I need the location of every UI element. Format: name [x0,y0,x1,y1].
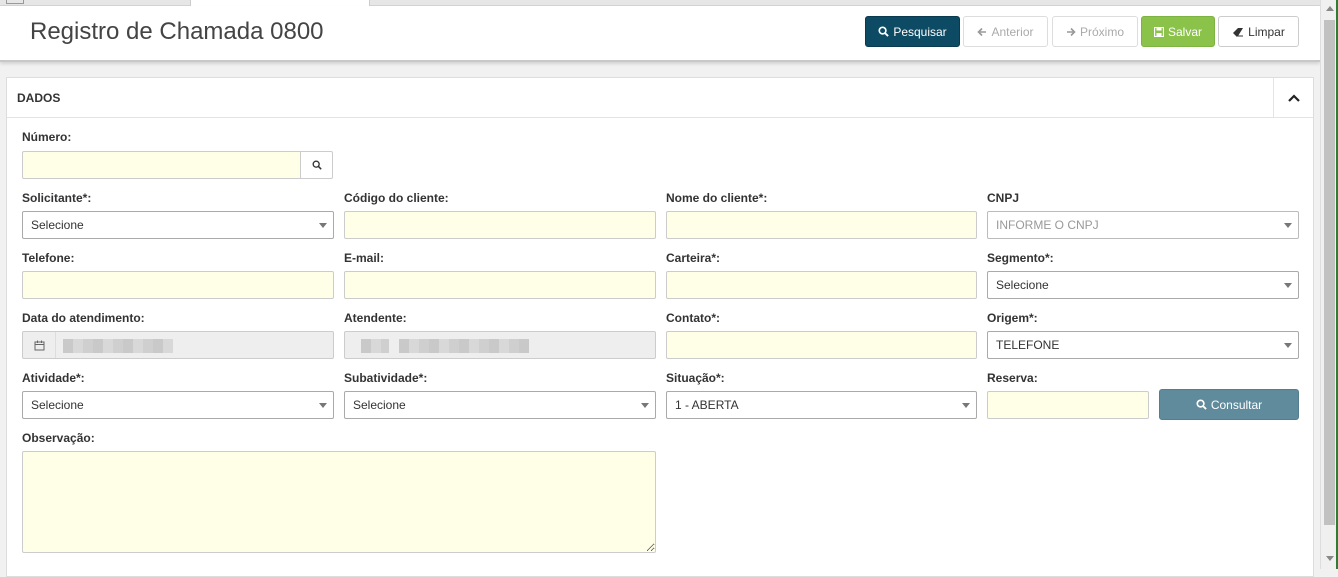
data-atendimento-input [22,331,334,359]
situacao-value: 1 - ABERTA [675,398,739,412]
telefone-input[interactable] [22,271,334,299]
redacted-name-part [399,339,529,353]
redacted-name-part [361,339,389,353]
reserva-input[interactable] [987,391,1149,419]
chevron-up-icon [1287,94,1300,102]
solicitante-select[interactable]: Selecione [22,211,334,239]
numero-search-button[interactable] [300,151,333,179]
atendente-input [344,331,656,359]
calendar-icon [34,340,44,350]
consultar-button[interactable]: Consultar [1159,389,1299,420]
panel-title: DADOS [17,91,61,105]
cnpj-placeholder: INFORME O CNPJ [996,218,1099,232]
origem-select[interactable]: TELEFONE [987,331,1299,359]
observacao-textarea[interactable] [22,451,656,553]
scroll-down-icon[interactable] [1326,556,1334,561]
page-header: Registro de Chamada 0800 Pesquisar Anter… [0,6,1320,62]
scroll-up-icon[interactable] [1326,6,1334,11]
carteira-input[interactable] [666,271,977,299]
atividade-value: Selecione [31,398,84,412]
atendente-label: Atendente: [344,311,407,325]
calendar-icon-box [23,332,56,358]
reserva-label: Reserva: [987,371,1038,385]
segmento-label: Segmento*: [987,251,1054,265]
arrow-left-icon [977,27,987,36]
caret-down-icon [962,403,970,408]
solicitante-value: Selecione [31,218,84,232]
previous-button-label: Anterior [991,24,1034,39]
search-icon [1196,399,1207,410]
subatividade-value: Selecione [353,398,406,412]
nome-cliente-label: Nome do cliente*: [666,191,768,205]
observacao-label: Observação: [22,431,95,445]
clear-button[interactable]: Limpar [1218,16,1299,47]
cnpj-select[interactable]: INFORME O CNPJ [987,211,1299,239]
floppy-disk-icon [1153,26,1164,37]
next-button[interactable]: Próximo [1052,16,1138,47]
codigo-cliente-label: Código do cliente: [344,191,449,205]
save-button-label: Salvar [1167,24,1202,39]
contato-input[interactable] [666,331,977,359]
data-atendimento-label: Data do atendimento: [22,311,145,325]
subatividade-select[interactable]: Selecione [344,391,656,419]
caret-down-icon [1284,223,1292,228]
cnpj-label: CNPJ [987,191,1020,205]
nome-cliente-input[interactable] [666,211,977,239]
email-input[interactable] [344,271,656,299]
atividade-label: Atividade*: [22,371,85,385]
subatividade-label: Subatividade*: [344,371,428,385]
search-icon [878,26,890,37]
caret-down-icon [319,403,327,408]
segmento-select[interactable]: Selecione [987,271,1299,299]
atividade-select[interactable]: Selecione [22,391,334,419]
telefone-label: Telefone: [22,251,75,265]
origem-label: Origem*: [987,311,1038,325]
panel-header: DADOS [7,78,1313,118]
save-button[interactable]: Salvar [1141,16,1215,47]
collapse-button[interactable] [1273,78,1313,118]
page-title: Registro de Chamada 0800 [30,18,324,45]
solicitante-label: Solicitante*: [22,191,92,205]
caret-down-icon [319,223,327,228]
next-button-label: Próximo [1079,24,1124,39]
tab-icon [6,0,24,4]
numero-label: Número: [22,130,72,144]
clear-button-label: Limpar [1248,24,1285,39]
eraser-icon [1233,27,1244,36]
search-button-label: Pesquisar [893,24,947,39]
contato-label: Contato*: [666,311,720,325]
caret-down-icon [641,403,649,408]
previous-button[interactable]: Anterior [963,16,1048,47]
dados-panel: DADOS Número: Solicitante*: Código do cl… [6,77,1314,577]
numero-input[interactable] [22,151,301,179]
redacted-date [63,339,173,353]
consultar-button-label: Consultar [1210,397,1263,412]
segmento-value: Selecione [996,278,1049,292]
caret-down-icon [1284,283,1292,288]
arrow-right-icon [1066,27,1076,36]
email-label: E-mail: [344,251,385,265]
codigo-cliente-input[interactable] [344,211,656,239]
origem-value: TELEFONE [996,338,1060,352]
carteira-label: Carteira*: [666,251,721,265]
search-button[interactable]: Pesquisar [865,16,960,47]
situacao-select[interactable]: 1 - ABERTA [666,391,977,419]
search-icon [312,160,322,170]
scrollbar-thumb[interactable] [1324,20,1335,525]
caret-down-icon [1284,343,1292,348]
situacao-label: Situação*: [666,371,725,385]
